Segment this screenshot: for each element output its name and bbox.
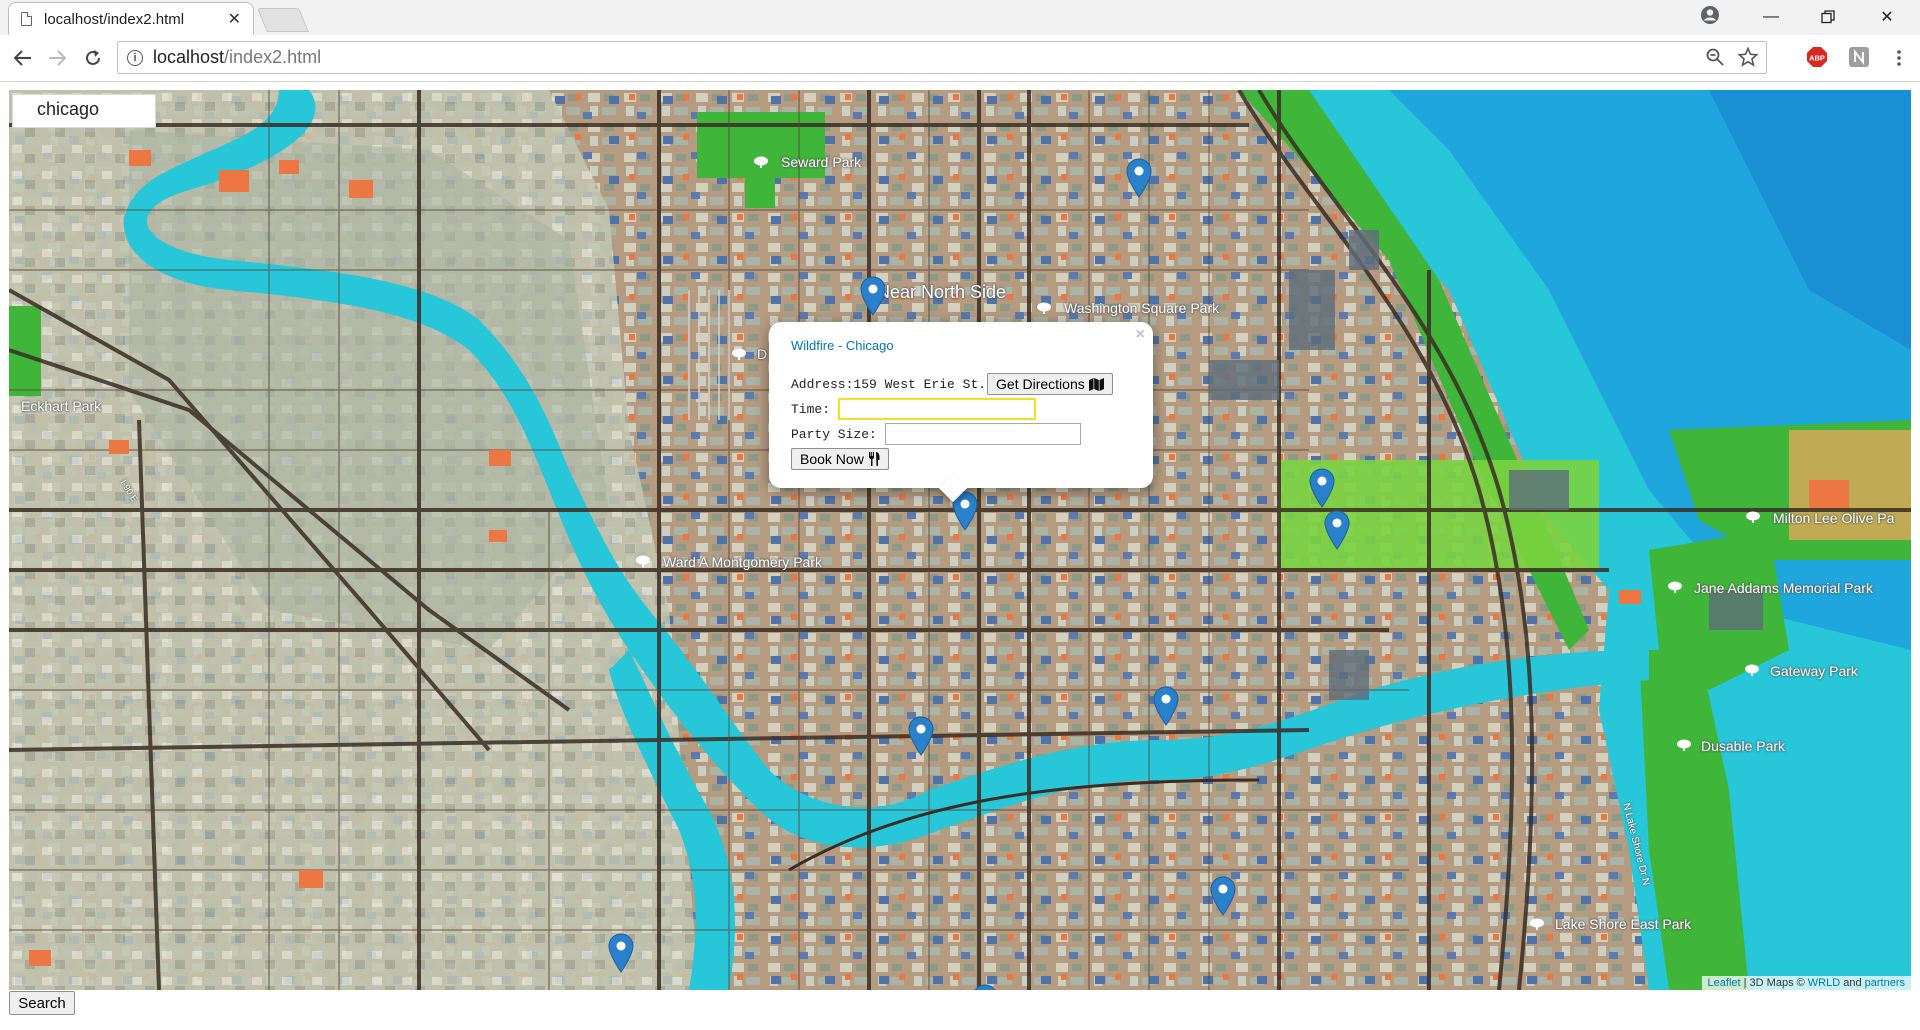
restore-icon[interactable] (1803, 4, 1853, 30)
book-now-button[interactable]: Book Now (791, 448, 889, 470)
park-icon (1746, 511, 1760, 523)
map-label-lake-shore-east-park: Lake Shore East Park (1555, 916, 1692, 932)
map-marker[interactable] (608, 933, 634, 973)
leaflet-link[interactable]: Leaflet (1708, 977, 1741, 989)
map-label-eckhart-park: Eckhart Park (21, 398, 102, 414)
map-marker[interactable] (1126, 158, 1152, 198)
popup-close-icon[interactable]: × (1136, 326, 1145, 344)
extension-icon[interactable] (1848, 46, 1870, 68)
map-marker[interactable] (972, 984, 998, 990)
party-size-row: Party Size: (791, 423, 1081, 445)
profile-icon[interactable] (1700, 5, 1720, 25)
map-label-dusable-park: Dusable Park (1701, 738, 1786, 754)
tab-title: localhost/index2.html (44, 10, 185, 28)
partners-link[interactable]: partners (1865, 977, 1905, 989)
tab-close-icon[interactable]: ✕ (228, 9, 241, 29)
map-marker[interactable] (1153, 686, 1179, 726)
map-label-near-north-side: Near North Side (877, 282, 1007, 302)
svg-text:ABP: ABP (1809, 54, 1825, 63)
close-window-icon[interactable]: ✕ (1862, 4, 1912, 30)
time-label: Time: (791, 401, 831, 417)
address-label: Address: (791, 376, 854, 392)
wrld-link[interactable]: WRLD (1808, 977, 1840, 989)
tab-strip: localhost/index2.html ✕ — ✕ (0, 0, 1920, 35)
popup-title: Wildfire - Chicago (791, 338, 894, 353)
park-icon (1745, 664, 1759, 676)
address-value: 159 West Erie St. (853, 376, 987, 392)
bookmark-star-icon[interactable] (1738, 47, 1758, 67)
time-row: Time: (791, 398, 1037, 420)
info-icon[interactable]: i (127, 49, 143, 66)
map-label-milton-lee-olive-park: Milton Lee Olive Pa (1773, 510, 1895, 526)
menu-icon[interactable] (1886, 45, 1912, 71)
search-input[interactable]: chicago (12, 94, 156, 128)
park-icon (1530, 918, 1544, 930)
adblock-icon[interactable]: ABP (1806, 46, 1828, 68)
map-view[interactable]: Seward Park Near North Side Washington S… (9, 90, 1911, 990)
map-marker[interactable] (1210, 876, 1236, 916)
address-bar[interactable]: i localhost/index2.html (117, 41, 1767, 74)
reload-icon[interactable] (80, 45, 106, 71)
map-terrain (9, 90, 1911, 990)
park-icon (636, 555, 650, 567)
url-host: localhost (153, 47, 225, 67)
forward-icon[interactable] (44, 45, 70, 71)
park-icon (1668, 581, 1682, 593)
new-tab-button[interactable] (257, 8, 309, 32)
park-icon (732, 348, 746, 360)
map-marker[interactable] (1309, 468, 1335, 508)
party-size-label: Party Size: (791, 426, 877, 442)
address-row: Address: 159 West Erie St. Get Directions (791, 373, 1113, 395)
map-icon (1088, 377, 1104, 391)
map-label-washington-square-park: Washington Square Park (1064, 300, 1220, 316)
book-row: Book Now (791, 448, 889, 470)
url-path: /index2.html (224, 47, 322, 67)
attribution-separator: | 3D Maps © (1740, 977, 1808, 989)
park-icon (754, 156, 768, 168)
party-size-input[interactable] (884, 423, 1081, 445)
time-input[interactable] (838, 398, 1037, 420)
map-label-jane-addams-park: Jane Addams Memorial Park (1694, 580, 1873, 596)
map-attribution: Leaflet | 3D Maps © WRLD and partners (1701, 976, 1911, 990)
map-label-gateway-park: Gateway Park (1770, 663, 1858, 679)
zoom-icon[interactable] (1706, 48, 1724, 66)
map-marker[interactable] (1324, 510, 1350, 550)
browser-tab[interactable]: localhost/index2.html ✕ (8, 2, 254, 35)
browser-toolbar: i localhost/index2.html ABP (0, 35, 1920, 82)
map-label-seward-park: Seward Park (781, 154, 862, 170)
get-directions-label: Get Directions (996, 376, 1085, 392)
map-marker[interactable] (908, 716, 934, 756)
map-marker[interactable] (860, 276, 886, 316)
map-label-d: D (757, 346, 768, 362)
book-now-label: Book Now (800, 451, 864, 467)
attribution-and: and (1840, 977, 1865, 989)
back-icon[interactable] (10, 45, 36, 71)
page-icon (21, 12, 32, 26)
utensils-icon (868, 452, 880, 466)
map-label-ward-montgomery-park: Ward A Montgomery Park (663, 554, 822, 570)
park-icon (1037, 302, 1051, 314)
restaurant-popup: × Wildfire - Chicago Address: 159 West Er… (769, 322, 1153, 503)
get-directions-button[interactable]: Get Directions (987, 373, 1113, 395)
park-icon (1677, 739, 1691, 751)
search-button[interactable]: Search (9, 991, 75, 1015)
minimize-icon[interactable]: — (1746, 4, 1796, 30)
